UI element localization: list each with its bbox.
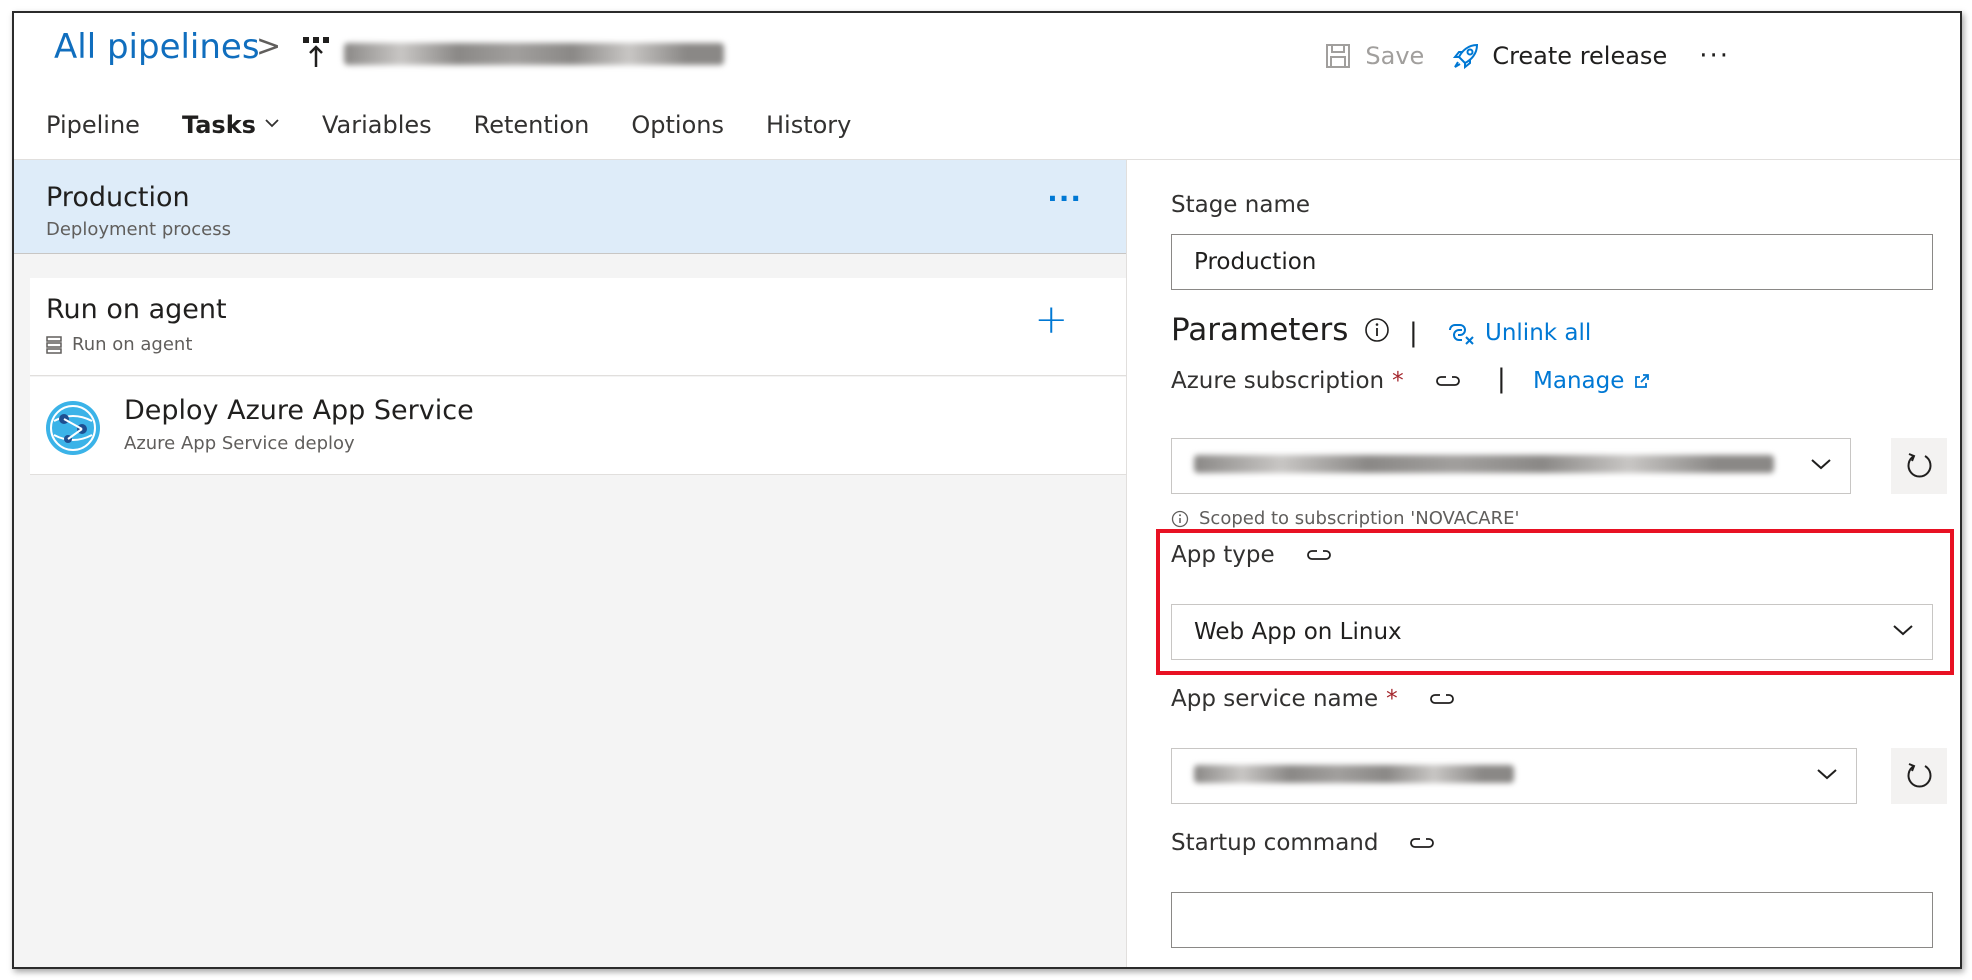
external-link-icon (1635, 374, 1650, 388)
rocket-icon (1453, 43, 1479, 70)
parameters-heading: Parameters (1171, 312, 1390, 348)
scoped-note: Scoped to subscription 'NOVACARE' (1171, 508, 1519, 529)
release-pipeline-window: All pipelines > Save Create release ··· … (12, 11, 1962, 969)
tab-pipeline[interactable]: Pipeline (46, 111, 140, 163)
app-service-name-dropdown[interactable] (1171, 748, 1857, 804)
create-release-label: Create release (1492, 42, 1668, 70)
pipeline-name-redacted[interactable] (344, 31, 744, 75)
unlink-all-button[interactable]: Unlink all (1445, 320, 1591, 346)
info-icon (1171, 510, 1189, 527)
parameters-title: Parameters (1171, 312, 1349, 348)
agent-job-subtitle-text: Run on agent (72, 334, 193, 355)
tab-history[interactable]: History (766, 111, 851, 163)
chevron-down-icon (265, 119, 279, 128)
tab-retention[interactable]: Retention (474, 111, 590, 163)
stage-header-production[interactable]: Production Deployment process ··· (14, 160, 1126, 254)
startup-command-label-text: Startup command (1171, 830, 1379, 856)
header-actions: Save Create release ··· (1325, 41, 1730, 71)
stage-subtitle: Deployment process (46, 219, 231, 240)
tab-label: Tasks (181, 111, 256, 139)
tab-label: Pipeline (46, 111, 140, 139)
stage-more-button[interactable]: ··· (1047, 182, 1082, 215)
refresh-subscription-button[interactable] (1891, 438, 1947, 494)
azure-subscription-label: Azure subscription * (1171, 368, 1462, 394)
required-mark: * (1392, 368, 1404, 394)
app-service-name-label-text: App service name (1171, 686, 1379, 712)
page-header: All pipelines > Save Create release ··· … (14, 13, 1960, 163)
save-button[interactable]: Save (1325, 42, 1424, 70)
more-actions-button[interactable]: ··· (1699, 41, 1730, 71)
unlink-all-label: Unlink all (1485, 320, 1592, 346)
create-release-button[interactable]: Create release (1452, 42, 1667, 70)
startup-command-input[interactable] (1171, 892, 1933, 948)
azure-subscription-dropdown[interactable] (1171, 438, 1851, 494)
tab-label: History (765, 111, 852, 139)
azure-app-service-icon (44, 399, 102, 457)
stage-title: Production (46, 182, 190, 213)
parameters-separator: | (1409, 318, 1418, 348)
manage-link[interactable]: Manage (1533, 368, 1650, 394)
breadcrumb-all-pipelines[interactable]: All pipelines (54, 27, 260, 67)
tab-label: Options (631, 111, 724, 139)
pipeline-tabs: Pipeline Tasks Variables Retention Optio… (46, 111, 893, 163)
refresh-icon (1907, 763, 1932, 788)
add-task-button[interactable]: + (1034, 300, 1068, 340)
link-icon[interactable] (1408, 834, 1436, 852)
subscription-value-redacted (1194, 455, 1774, 473)
agent-job-subtitle: Run on agent (46, 334, 192, 355)
task-subtitle: Azure App Service deploy (124, 433, 355, 454)
agent-job-title: Run on agent (46, 294, 227, 325)
stage-name-label: Stage name (1171, 192, 1310, 218)
chevron-down-icon (1893, 625, 1913, 636)
app-type-dropdown[interactable]: Web App on Linux (1171, 604, 1933, 660)
manage-label: Manage (1533, 368, 1625, 394)
scoped-note-text: Scoped to subscription 'NOVACARE' (1199, 508, 1520, 529)
agent-job-row[interactable]: Run on agent Run on agent + (30, 278, 1126, 376)
link-icon[interactable] (1428, 690, 1456, 708)
link-icon[interactable] (1434, 372, 1462, 390)
task-title: Deploy Azure App Service (124, 395, 474, 426)
app-type-label: App type (1171, 542, 1333, 568)
tab-variables[interactable]: Variables (322, 111, 432, 163)
task-list-pane: Production Deployment process ··· Run on… (14, 159, 1126, 967)
server-icon (46, 335, 62, 354)
save-icon (1326, 44, 1351, 68)
refresh-icon (1907, 453, 1932, 478)
refresh-app-service-button[interactable] (1891, 748, 1947, 804)
task-row-deploy-app-service[interactable]: Deploy Azure App Service Azure App Servi… (30, 377, 1126, 475)
tab-options[interactable]: Options (631, 111, 724, 163)
tab-tasks[interactable]: Tasks (181, 111, 280, 163)
app-type-label-text: App type (1171, 542, 1275, 568)
tab-label: Variables (321, 111, 432, 139)
tab-label: Retention (473, 111, 590, 139)
link-icon[interactable] (1305, 546, 1333, 564)
subscription-separator: | (1497, 364, 1506, 394)
chevron-down-icon (1811, 459, 1831, 470)
chevron-down-icon (1817, 769, 1837, 780)
startup-command-label: Startup command (1171, 830, 1436, 856)
azure-subscription-label-text: Azure subscription (1171, 368, 1385, 394)
stage-name-input[interactable]: Production (1171, 234, 1933, 290)
app-service-name-label: App service name * (1171, 686, 1456, 712)
info-icon[interactable] (1364, 317, 1390, 343)
unlink-icon (1449, 324, 1474, 345)
app-service-value-redacted (1194, 765, 1514, 783)
save-label: Save (1365, 42, 1425, 70)
breadcrumb-separator: > (256, 29, 282, 64)
task-settings-pane: Stage name Production Parameters | Unlin… (1126, 159, 1960, 967)
release-pipeline-icon (301, 35, 331, 69)
required-mark: * (1386, 686, 1398, 712)
app-type-value: Web App on Linux (1194, 619, 1402, 645)
